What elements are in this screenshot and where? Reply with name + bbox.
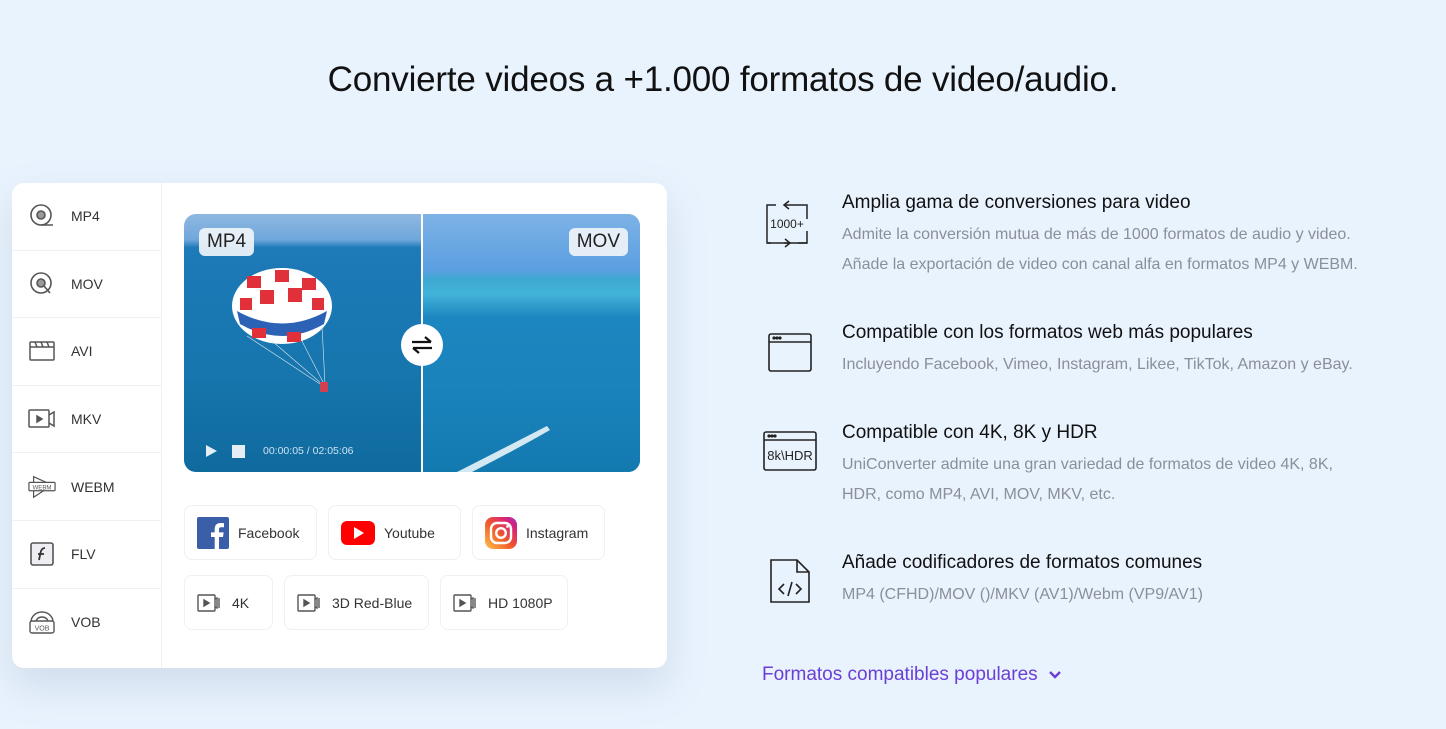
feature-description-line: Incluyendo Facebook, Vimeo, Instagram, L… — [842, 356, 1353, 373]
chip-youtube[interactable]: Youtube — [328, 505, 461, 560]
video-camera-icon — [453, 593, 479, 612]
format-label: MOV — [71, 275, 103, 292]
video-controls: 00:00:05 / 02:05:06 — [204, 444, 354, 458]
feature-title: Compatible con los formatos web más popu… — [842, 322, 1253, 343]
video-camera-icon — [197, 593, 223, 612]
format-sidebar: MP4 MOV AVI MKV WEBM WEBM FLV VOB VOB — [12, 183, 162, 668]
output-options: Facebook Youtube Instagram 4K 3D Red-Blu… — [184, 505, 605, 645]
format-label: MKV — [71, 411, 102, 428]
chip-3d-red-blue[interactable]: 3D Red-Blue — [284, 575, 429, 630]
swap-button[interactable] — [401, 324, 443, 366]
swap-arrows-icon — [412, 336, 432, 354]
chip-4k[interactable]: 4K — [184, 575, 273, 630]
format-item-flv[interactable]: FLV — [12, 521, 161, 589]
source-format-badge: MP4 — [199, 228, 255, 256]
feature-description-line: UniConverter admite una gran variedad de… — [842, 456, 1333, 473]
8k-hdr-icon: 8k\HDR — [762, 430, 818, 480]
play-icon[interactable] — [204, 444, 218, 458]
chip-label: Facebook — [238, 524, 300, 541]
disc-search-icon — [28, 270, 56, 298]
chevron-down-icon — [1048, 671, 1061, 679]
disc-icon — [28, 202, 56, 230]
chip-label: 3D Red-Blue — [332, 594, 413, 611]
page-title: Convierte videos a +1.000 formatos de vi… — [327, 60, 1119, 99]
feature-title: Amplia gama de conversiones para video — [842, 192, 1191, 213]
feature-description-line: MP4 (CFHD)/MOV ()/MKV (AV1)/Webm (VP9/AV… — [842, 586, 1203, 603]
chip-hd-1080p[interactable]: HD 1080P — [440, 575, 568, 630]
stop-icon[interactable] — [232, 444, 245, 458]
feature-description: MP4 (CFHD)/MOV ()/MKV (AV1)/Webm (VP9/AV… — [842, 580, 1442, 610]
svg-text:8k\HDR: 8k\HDR — [767, 448, 813, 463]
instagram-icon — [485, 516, 517, 549]
format-item-avi[interactable]: AVI — [12, 318, 161, 386]
format-label: AVI — [71, 343, 93, 360]
youtube-icon — [341, 520, 375, 545]
feature-description: Incluyendo Facebook, Vimeo, Instagram, L… — [842, 350, 1442, 380]
boat-wake-image — [457, 426, 550, 472]
format-label: FLV — [71, 546, 96, 563]
format-label: VOB — [71, 614, 101, 631]
feature-list: 1000+ Amplia gama de conversiones para v… — [762, 190, 1442, 650]
1000-plus-convert-icon: 1000+ — [762, 200, 818, 250]
format-item-mov[interactable]: MOV — [12, 251, 161, 319]
format-item-mkv[interactable]: MKV — [12, 386, 161, 454]
chip-instagram[interactable]: Instagram — [472, 505, 605, 560]
svg-text:1000+: 1000+ — [770, 217, 804, 231]
feature-title: Añade codificadores de formatos comunes — [842, 552, 1203, 573]
svg-text:WEBM: WEBM — [33, 485, 52, 491]
video-camera-icon — [297, 593, 323, 612]
chip-label: Youtube — [384, 524, 435, 541]
feature-item: 1000+ Amplia gama de conversiones para v… — [762, 190, 1442, 320]
format-item-mp4[interactable]: MP4 — [12, 183, 161, 251]
clapperboard-icon — [28, 337, 56, 365]
parachute-image — [232, 268, 332, 392]
feature-item: 8k\HDR Compatible con 4K, 8K y HDR UniCo… — [762, 420, 1442, 550]
feature-description: Admite la conversión mutua de más de 100… — [842, 220, 1442, 280]
svg-text:VOB: VOB — [35, 626, 50, 633]
code-file-icon — [762, 558, 818, 608]
chip-label: HD 1080P — [488, 594, 553, 611]
chip-facebook[interactable]: Facebook — [184, 505, 317, 560]
target-format-badge: MOV — [568, 228, 628, 256]
feature-description-line: Admite la conversión mutua de más de 100… — [842, 226, 1351, 243]
format-item-webm[interactable]: WEBM WEBM — [12, 453, 161, 521]
converter-demo-card: MP4 MOV AVI MKV WEBM WEBM FLV VOB VOB MP… — [12, 183, 667, 668]
vob-icon: VOB — [28, 608, 56, 636]
feature-item: Añade codificadores de formatos comunes … — [762, 550, 1442, 650]
popular-formats-link[interactable]: Formatos compatibles populares — [762, 664, 1062, 686]
format-label: WEBM — [71, 478, 115, 495]
video-preview: MP4 MOV 00:00:05 / 02:05:06 — [184, 214, 640, 472]
feature-description: UniConverter admite una gran variedad de… — [842, 450, 1442, 510]
chip-label: 4K — [232, 594, 250, 611]
browser-window-icon — [762, 332, 818, 382]
webm-icon: WEBM — [28, 473, 56, 501]
chip-label: Instagram — [526, 524, 589, 541]
video-timestamp: 00:00:05 / 02:05:06 — [263, 445, 354, 457]
video-camera-icon — [28, 405, 56, 433]
feature-title: Compatible con 4K, 8K y HDR — [842, 422, 1098, 443]
popular-formats-label: Formatos compatibles populares — [762, 664, 1038, 685]
feature-description-line: HDR, como MP4, AVI, MOV, MKV, etc. — [842, 486, 1116, 503]
flash-icon — [28, 540, 56, 568]
facebook-icon — [197, 516, 229, 549]
feature-item: Compatible con los formatos web más popu… — [762, 320, 1442, 420]
format-item-vob[interactable]: VOB VOB — [12, 589, 161, 657]
feature-description-line: Añade la exportación de video con canal … — [842, 256, 1358, 273]
format-label: MP4 — [71, 208, 100, 225]
